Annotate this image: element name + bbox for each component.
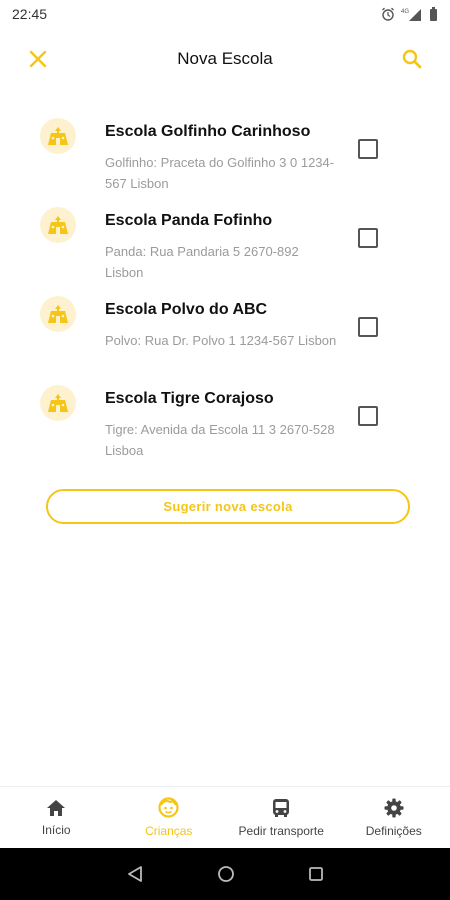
school-name: Escola Golfinho Carinhoso xyxy=(105,123,311,140)
home-icon xyxy=(47,799,66,816)
nav-item-request-transport[interactable]: Pedir transporte xyxy=(225,787,338,848)
nav-label: Início xyxy=(41,822,71,837)
gear-icon xyxy=(384,798,404,817)
recents-icon[interactable] xyxy=(308,866,324,882)
search-icon xyxy=(402,49,422,69)
page-title: Nova Escola xyxy=(177,49,273,68)
child-face-icon xyxy=(158,797,179,818)
nav-item-home[interactable]: Início xyxy=(0,787,113,848)
school-name: Escola Polvo do ABC xyxy=(105,301,268,318)
school-address: Tigre: Avenida da Escola 11 3 2670-528 L… xyxy=(105,422,335,458)
school-list-item[interactable]: Escola Polvo do ABC Polvo: Rua Dr. Polvo… xyxy=(0,290,450,379)
search-button[interactable] xyxy=(394,41,430,77)
school-name: Escola Tigre Corajoso xyxy=(105,390,274,407)
nav-label: Crianças xyxy=(145,824,193,838)
android-nav-bar xyxy=(0,848,450,900)
school-address: Panda: Rua Pandaria 5 2670-892 Lisbon xyxy=(105,244,299,280)
nav-item-children[interactable]: Crianças xyxy=(113,787,226,848)
school-checkbox[interactable] xyxy=(358,139,378,159)
network-type-label: 4G xyxy=(401,9,409,15)
school-icon xyxy=(40,118,76,154)
school-address: Golfinho: Praceta do Golfinho 3 0 1234-5… xyxy=(105,155,335,191)
home-circle-icon[interactable] xyxy=(217,865,235,883)
school-checkbox[interactable] xyxy=(358,317,378,337)
status-time: 22:45 xyxy=(12,6,48,22)
school-icon xyxy=(40,385,76,421)
back-icon[interactable] xyxy=(126,865,144,883)
nav-item-settings[interactable]: Definições xyxy=(338,787,450,848)
school-list-item[interactable]: Escola Tigre Corajoso Tigre: Avenida da … xyxy=(0,379,450,468)
status-icons: 4G xyxy=(381,7,438,21)
school-name: Escola Panda Fofinho xyxy=(105,212,273,229)
status-bar: 22:45 4G xyxy=(0,0,450,28)
school-list-item[interactable]: Escola Golfinho Carinhoso Golfinho: Prac… xyxy=(0,112,450,201)
school-checkbox[interactable] xyxy=(358,228,378,248)
school-icon xyxy=(40,296,76,332)
nav-label: Pedir transporte xyxy=(238,823,324,838)
suggest-school-button[interactable]: Sugerir nova escola xyxy=(46,489,410,524)
school-checkbox[interactable] xyxy=(358,406,378,426)
alarm-icon xyxy=(382,7,394,21)
school-icon xyxy=(40,207,76,243)
school-list-item[interactable]: Escola Panda Fofinho Panda: Rua Pandaria… xyxy=(0,201,450,290)
app-bar: Nova Escola xyxy=(0,36,450,82)
bottom-nav: Início Crianças Pedir transporte Definiç… xyxy=(0,786,450,848)
close-icon xyxy=(29,50,47,68)
bus-icon xyxy=(273,798,290,817)
close-button[interactable] xyxy=(20,41,56,77)
signal-icon: 4G xyxy=(401,9,421,21)
battery-icon xyxy=(430,7,437,21)
school-address: Polvo: Rua Dr. Polvo 1 1234-567 Lisbon xyxy=(105,333,337,348)
nav-label: Definições xyxy=(365,823,422,838)
school-list: Escola Golfinho Carinhoso Golfinho: Prac… xyxy=(0,112,450,468)
